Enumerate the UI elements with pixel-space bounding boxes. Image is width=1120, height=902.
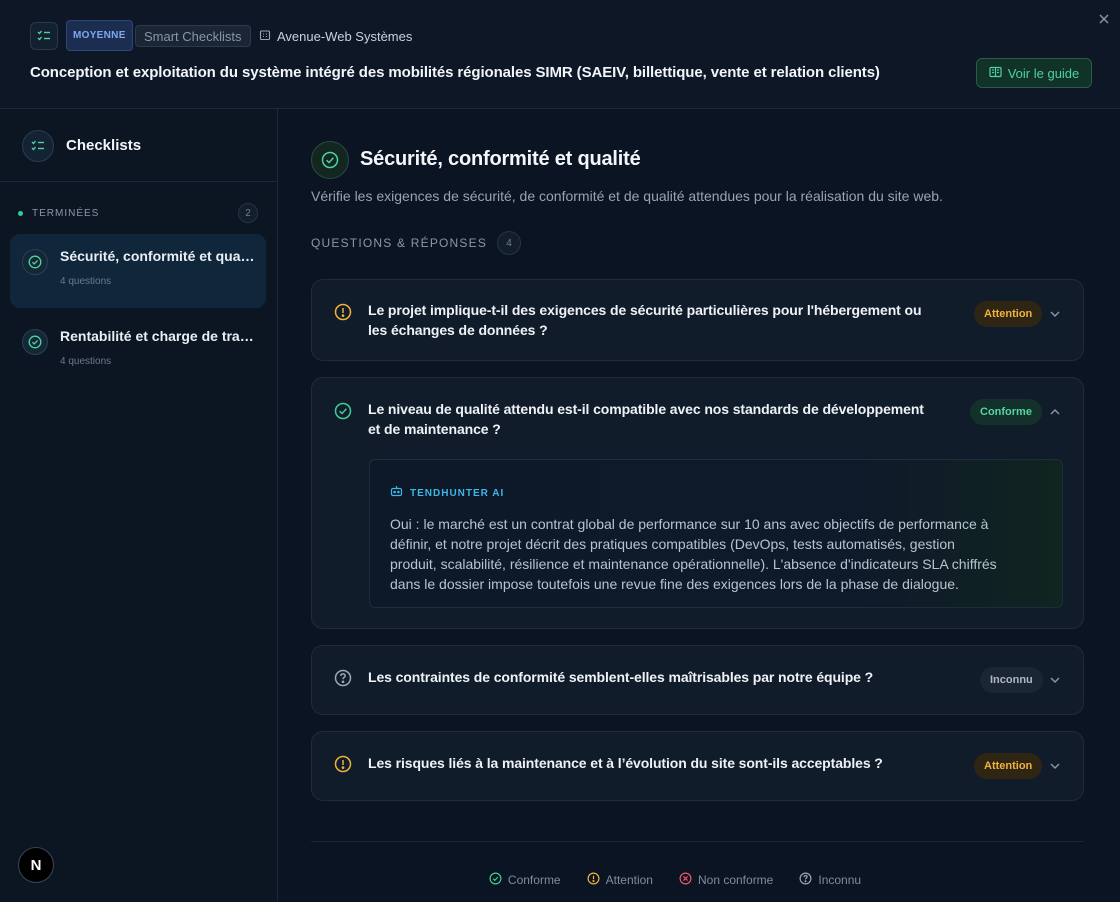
group-count: 2 xyxy=(238,203,258,223)
question-text: Les risques liés à la maintenance et à l… xyxy=(368,753,883,773)
ai-answer-box: TENDHUNTER AI Oui : le marché est un con… xyxy=(369,459,1063,608)
company-name: Avenue-Web Systèmes xyxy=(277,28,413,44)
section-description: Vérifie les exigences de sécurité, de co… xyxy=(311,188,943,204)
guide-button-label: Voir le guide xyxy=(1007,65,1080,81)
legend-label: Attention xyxy=(605,873,653,887)
sidebar-item-label: Sécurité, conformité et qualité xyxy=(60,248,256,264)
legend-item-conforme: Conforme xyxy=(489,872,561,888)
checklist-icon xyxy=(22,130,54,162)
legend-label: Conforme xyxy=(507,873,561,887)
question-line: les échanges de données ? xyxy=(368,322,548,338)
robot-icon xyxy=(390,484,403,502)
status-badge: Inconnu xyxy=(980,667,1043,693)
warning-icon xyxy=(333,754,352,773)
sidebar-item-rentabilite[interactable]: Rentabilité et charge de travail 4 quest… xyxy=(10,314,266,388)
sidebar-header: Checklists xyxy=(0,109,277,182)
x-circle-icon xyxy=(679,872,692,888)
question-line: Le niveau de qualité attendu est-il comp… xyxy=(368,401,924,417)
tool-badge: Smart Checklists xyxy=(135,25,251,47)
header: MOYENNE Smart Checklists Avenue-Web Syst… xyxy=(0,0,1120,109)
sidebar-item-count: 4 questions xyxy=(60,356,112,367)
company-label: Avenue-Web Systèmes xyxy=(259,28,412,44)
check-circle-icon xyxy=(489,872,502,888)
legend-item-inconnu: Inconnu xyxy=(799,872,861,888)
chevron-down-icon[interactable] xyxy=(1048,673,1062,687)
status-badge: Attention xyxy=(974,753,1043,779)
ai-answer-line: Oui : le marché est un contrat global de… xyxy=(390,516,989,532)
status-dot xyxy=(18,210,23,216)
question-line: Les risques liés à la maintenance et à l… xyxy=(368,755,883,771)
chevron-up-icon[interactable] xyxy=(1048,405,1062,419)
sidebar-item-label: Rentabilité et charge de travail xyxy=(60,328,256,344)
legend-label: Non conforme xyxy=(697,873,774,887)
book-icon xyxy=(989,66,1002,81)
chevron-down-icon[interactable] xyxy=(1048,759,1062,773)
check-circle-icon xyxy=(22,329,48,355)
question-card[interactable]: Les contraintes de conformité semblent-e… xyxy=(311,645,1084,715)
question-line: Le projet implique-t-il des exigences de… xyxy=(368,302,922,318)
question-text: Le projet implique-t-il des exigences de… xyxy=(368,300,922,340)
check-circle-icon xyxy=(22,249,48,275)
ai-answer-line: produit, scalabilité, résilience et main… xyxy=(390,556,997,572)
question-line: Les contraintes de conformité semblent-e… xyxy=(368,669,874,685)
warning-icon xyxy=(333,302,352,321)
question-icon xyxy=(333,668,352,687)
ai-answer-line: dans le dossier impose toutefois une rev… xyxy=(390,576,959,592)
status-badge: Attention xyxy=(974,301,1043,327)
qa-count: 4 xyxy=(497,231,522,255)
check-circle-icon xyxy=(333,401,352,420)
ai-answer-line: définir, et notre projet décrit des prat… xyxy=(390,536,955,552)
sidebar-item-securite[interactable]: Sécurité, conformité et qualité 4 questi… xyxy=(10,234,266,308)
qa-heading: QUESTIONS & RÉPONSES 4 xyxy=(311,231,522,255)
question-text: Les contraintes de conformité semblent-e… xyxy=(368,667,873,687)
question-card-expanded[interactable]: Le niveau de qualité attendu est-il comp… xyxy=(311,377,1084,629)
ai-label: TENDHUNTER AI xyxy=(410,487,505,499)
check-circle-icon xyxy=(311,141,349,179)
chevron-down-icon[interactable] xyxy=(1048,307,1062,321)
question-card[interactable]: Le projet implique-t-il des exigences de… xyxy=(311,279,1084,361)
checklist-icon xyxy=(30,22,58,50)
sidebar-title: Checklists xyxy=(66,137,142,154)
close-icon[interactable] xyxy=(1096,11,1112,27)
level-badge: MOYENNE xyxy=(66,20,133,51)
question-icon xyxy=(799,872,812,888)
question-line: et de maintenance ? xyxy=(368,421,501,437)
legend-item-attention: Attention xyxy=(587,872,653,888)
sidebar: Checklists TERMINÉES 2 Sécurité, conform… xyxy=(0,109,278,902)
divider xyxy=(311,841,1084,842)
question-card[interactable]: Les risques liés à la maintenance et à l… xyxy=(311,731,1084,801)
ai-header: TENDHUNTER AI xyxy=(390,484,504,502)
sidebar-group-completed: TERMINÉES 2 xyxy=(18,203,258,223)
guide-button[interactable]: Voir le guide xyxy=(976,58,1092,88)
section-title: Sécurité, conformité et qualité xyxy=(360,148,641,170)
legend-item-non-conforme: Non conforme xyxy=(679,872,773,888)
question-text: Le niveau de qualité attendu est-il comp… xyxy=(368,399,924,439)
group-label: TERMINÉES xyxy=(32,207,100,219)
building-icon xyxy=(259,29,271,44)
sidebar-item-count: 4 questions xyxy=(60,276,112,287)
legend-label: Inconnu xyxy=(818,873,862,887)
status-legend: Conforme Attention Non conforme Inconnu xyxy=(0,872,1120,888)
warning-icon xyxy=(587,872,600,888)
qa-label: QUESTIONS & RÉPONSES xyxy=(311,236,488,250)
page-title: Conception et exploitation du système in… xyxy=(30,64,880,81)
ai-answer-text: Oui : le marché est un contrat global de… xyxy=(390,514,1040,594)
status-badge: Conforme xyxy=(970,399,1042,425)
